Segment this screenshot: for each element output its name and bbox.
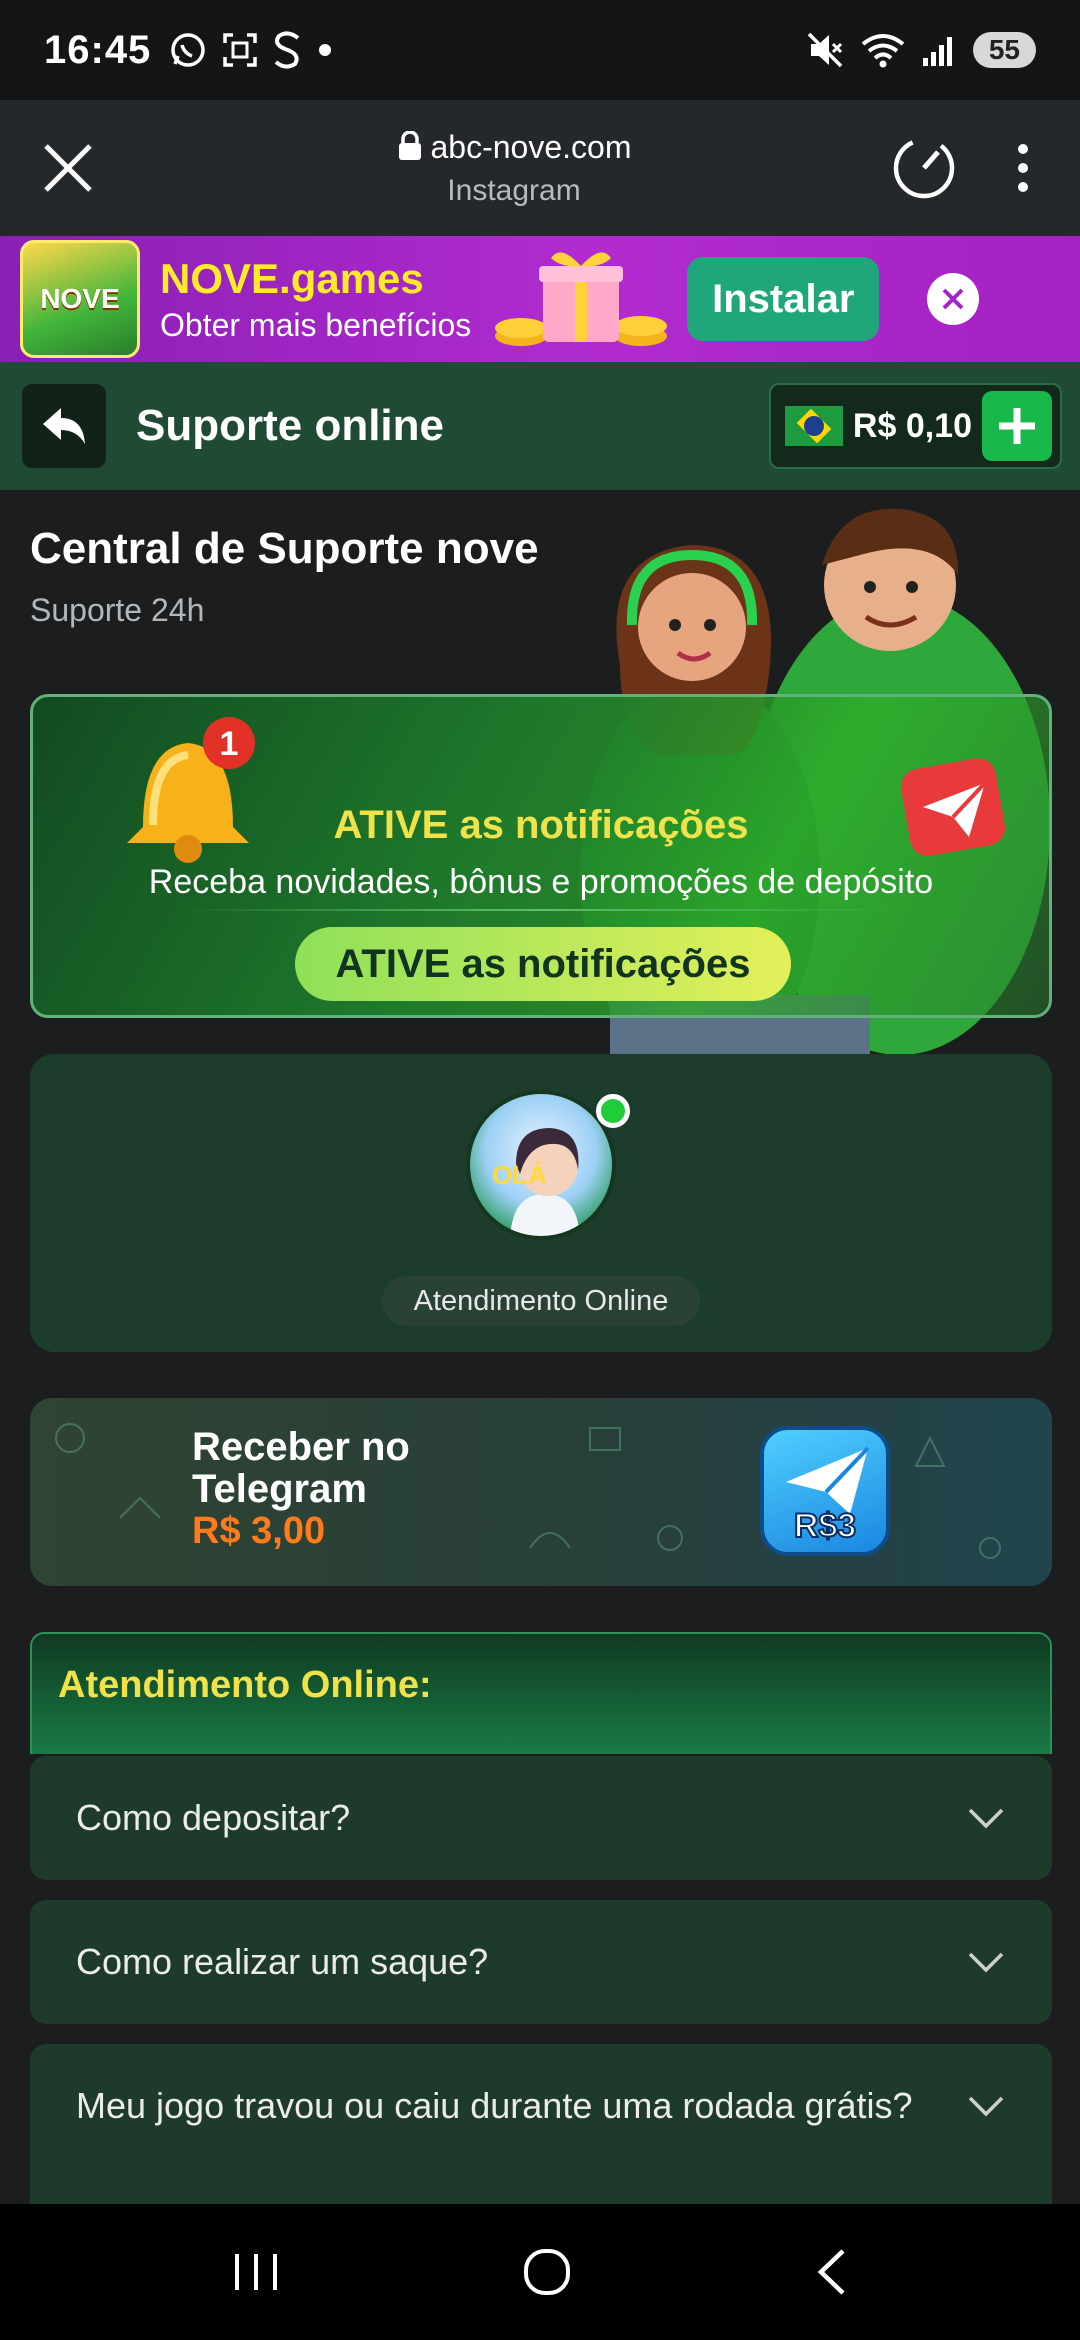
notification-promo-card: 1 ATIVE as notificações Receba novidades… xyxy=(30,694,1052,1018)
s-icon xyxy=(274,31,300,69)
back-button[interactable] xyxy=(22,384,106,468)
telegram-icon-label: R$3 xyxy=(793,1506,857,1546)
battery-indicator: 55 xyxy=(972,32,1036,68)
wifi-icon xyxy=(861,34,905,68)
banner-title: NOVE.games xyxy=(160,254,424,302)
banner-close-button[interactable] xyxy=(927,273,980,325)
enable-notifications-button[interactable]: ATIVE as notificações xyxy=(295,927,791,1001)
system-navigation-bar xyxy=(0,2204,1080,2340)
browser-subtitle: Instagram xyxy=(447,173,581,207)
more-options-icon[interactable] xyxy=(1016,143,1030,193)
faq-question: Meu jogo travou ou caiu durante uma roda… xyxy=(76,2085,913,2126)
online-agent-card[interactable]: OLÁ Atendimento Online xyxy=(30,1054,1052,1352)
browser-address[interactable]: abc-nove.com Instagram xyxy=(136,129,892,208)
balance-amount: R$ 0,10 xyxy=(852,406,972,445)
chevron-down-icon xyxy=(968,2096,1004,2117)
whatsapp-icon xyxy=(171,33,206,67)
install-button[interactable]: Instalar xyxy=(687,257,880,341)
agent-label: Atendimento Online xyxy=(382,1276,700,1326)
browser-url-text: abc-nove.com xyxy=(430,128,632,165)
faq-question: Como depositar? xyxy=(76,1797,351,1838)
faq-item-deposit[interactable]: Como depositar? xyxy=(30,1756,1052,1880)
notification-description: Receba novidades, bônus e promoções de d… xyxy=(148,863,934,901)
faq-question: Como realizar um saque? xyxy=(76,1941,489,1982)
faq-section-header: Atendimento Online: xyxy=(30,1632,1052,1754)
telegram-icon: R$3 xyxy=(760,1426,890,1556)
notification-badge-count: 1 xyxy=(220,725,239,763)
close-icon xyxy=(942,288,964,310)
faq-header-title: Atendimento Online: xyxy=(58,1664,432,1706)
faq-item-withdraw[interactable]: Como realizar um saque? xyxy=(30,1900,1052,2024)
close-icon xyxy=(44,144,92,192)
back-icon[interactable] xyxy=(813,2247,849,2297)
nove-app-icon: NOVE xyxy=(20,240,140,358)
back-arrow-icon xyxy=(43,408,85,444)
support-center-title: Central de Suporte nove xyxy=(30,524,539,573)
browser-close-button[interactable] xyxy=(0,100,136,236)
telegram-reward-title: Receber no Telegram xyxy=(192,1425,410,1511)
status-bar: 16:45 55 xyxy=(0,0,1080,100)
status-time: 16:45 xyxy=(44,27,152,72)
agent-avatar-text: OLÁ xyxy=(492,1160,547,1190)
browser-url: abc-nove.com xyxy=(136,129,892,166)
online-status-dot xyxy=(596,1094,630,1128)
status-notification-icons xyxy=(169,30,333,70)
install-app-banner: NOVE NOVE.games Obter mais benefícios In… xyxy=(0,236,1080,362)
page-header: Suporte online R$ 0,10 xyxy=(0,362,1080,490)
agent-avatar-image: OLÁ xyxy=(492,1128,580,1236)
divider xyxy=(183,909,903,911)
agent-avatar[interactable]: OLÁ xyxy=(466,1090,616,1240)
deposit-plus-button[interactable] xyxy=(982,391,1052,461)
notification-title: ATIVE as notificações xyxy=(333,803,749,847)
signal-icon xyxy=(922,37,952,66)
telegram-reward-card[interactable]: Receber no Telegram R$ 3,00 R$3 xyxy=(30,1398,1052,1586)
gift-coins-icon xyxy=(495,252,668,346)
home-icon[interactable] xyxy=(522,2247,572,2297)
chevron-down-icon xyxy=(968,1808,1004,1829)
recent-apps-icon[interactable] xyxy=(231,2250,281,2294)
dot-icon xyxy=(319,44,332,56)
status-system-icons: 55 xyxy=(805,30,1036,70)
speedometer-icon[interactable] xyxy=(892,136,956,200)
lock-icon xyxy=(398,129,421,160)
mute-icon xyxy=(807,32,843,68)
brazil-flag-icon xyxy=(784,406,843,446)
page-title: Suporte online xyxy=(136,401,444,450)
chevron-down-icon xyxy=(968,1952,1004,1973)
telegram-reward-amount: R$ 3,00 xyxy=(192,1510,326,1552)
doodle-pattern xyxy=(55,1423,1001,1559)
screenshot-icon xyxy=(223,33,258,67)
plus-icon xyxy=(999,408,1035,444)
banner-subtitle: Obter mais benefícios xyxy=(160,306,472,343)
support-center-subtitle: Suporte 24h xyxy=(30,592,205,628)
balance-widget[interactable]: R$ 0,10 xyxy=(768,383,1062,469)
browser-toolbar: abc-nove.com Instagram xyxy=(0,100,1080,236)
